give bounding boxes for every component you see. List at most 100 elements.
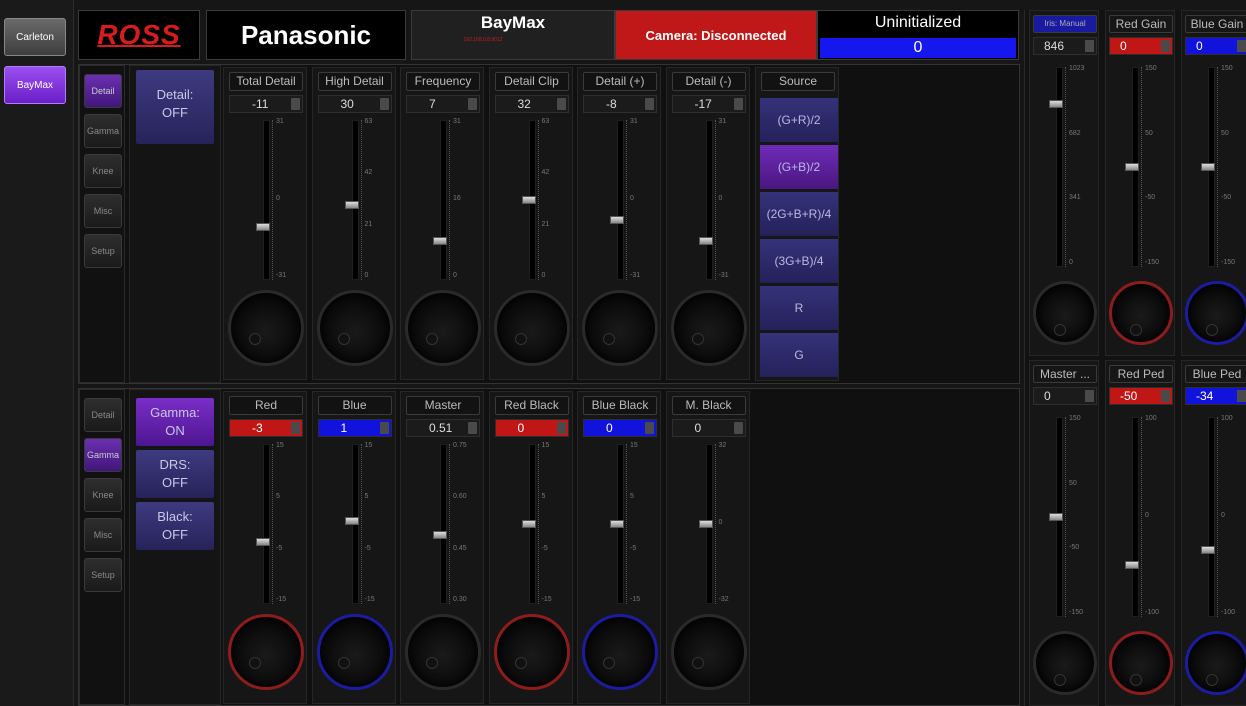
slider-handle[interactable]	[521, 520, 536, 528]
value-field[interactable]: 30	[317, 95, 392, 113]
slider-handle[interactable]	[521, 196, 536, 204]
tab-setup[interactable]: Setup	[84, 558, 122, 592]
slider-handle[interactable]	[1049, 513, 1063, 521]
value-field[interactable]: 0	[1033, 387, 1097, 405]
value-field[interactable]: 0.51	[406, 419, 480, 437]
rotary-knob[interactable]	[1185, 281, 1246, 345]
tab-knee[interactable]: Knee	[84, 478, 122, 512]
spinner-button[interactable]	[1237, 390, 1246, 402]
sidebar-item-carleton[interactable]: Carleton	[4, 18, 66, 56]
value-field[interactable]: -8	[583, 95, 657, 113]
slider-track[interactable]	[1056, 67, 1063, 267]
slider-handle[interactable]	[344, 200, 359, 209]
spinner-button[interactable]	[1161, 40, 1170, 52]
slider-handle[interactable]	[1201, 545, 1215, 554]
slider-handle[interactable]	[1201, 163, 1215, 171]
tab-knee[interactable]: Knee	[84, 154, 122, 188]
spinner-button[interactable]	[379, 422, 389, 434]
spinner-button[interactable]	[291, 98, 300, 110]
rotary-knob[interactable]	[316, 614, 393, 690]
slider-handle[interactable]	[698, 520, 713, 528]
source-option-g[interactable]: G	[760, 333, 838, 377]
spinner-button[interactable]	[468, 422, 477, 434]
spinner-button[interactable]	[291, 422, 300, 434]
tab-setup[interactable]: Setup	[84, 234, 122, 268]
source-option-g-r-2[interactable]: (G+R)/2	[760, 98, 838, 142]
spinner-button[interactable]	[379, 98, 389, 110]
slider-track[interactable]	[1132, 417, 1139, 617]
tab-misc[interactable]: Misc	[84, 518, 122, 552]
tab-misc[interactable]: Misc	[84, 194, 122, 228]
slider-handle[interactable]	[433, 237, 447, 246]
value-field[interactable]: 32	[494, 95, 569, 113]
tab-detail[interactable]: Detail	[84, 74, 122, 108]
tab-gamma[interactable]: Gamma	[84, 114, 122, 148]
spinner-button[interactable]	[733, 422, 743, 434]
rotary-knob[interactable]	[582, 290, 658, 366]
value-field[interactable]: -3	[229, 419, 303, 437]
detail-toggle-button[interactable]: Detail: OFF	[136, 70, 214, 144]
slider-track[interactable]	[440, 444, 447, 604]
rotary-knob[interactable]	[1033, 281, 1097, 345]
value-field[interactable]: -50	[1109, 387, 1173, 405]
source-option-3g-b-4[interactable]: (3G+B)/4	[760, 239, 838, 283]
slider-track[interactable]	[705, 120, 713, 280]
slider-handle[interactable]	[256, 538, 270, 547]
slider-track[interactable]	[1208, 417, 1215, 617]
value-field[interactable]: 1	[317, 419, 392, 437]
rotary-knob[interactable]	[670, 290, 747, 366]
slider-track[interactable]	[263, 444, 270, 604]
value-field[interactable]: 0	[1109, 37, 1173, 55]
source-option-r[interactable]: R	[760, 286, 838, 330]
spinner-button[interactable]	[645, 98, 654, 110]
spinner-button[interactable]	[556, 422, 566, 434]
toggle-black[interactable]: Black: OFF	[136, 502, 214, 550]
slider-handle[interactable]	[610, 520, 624, 528]
value-field[interactable]: 0	[583, 419, 657, 437]
value-field[interactable]: 0	[1185, 37, 1246, 55]
rotary-knob[interactable]	[493, 290, 570, 366]
slider-handle[interactable]	[256, 223, 270, 232]
value-field[interactable]: 846	[1033, 37, 1097, 55]
value-field[interactable]: -34	[1185, 387, 1246, 405]
spinner-button[interactable]	[733, 98, 743, 110]
slider-handle[interactable]	[344, 516, 359, 525]
sidebar-item-baymax[interactable]: BayMax	[4, 66, 66, 104]
slider-track[interactable]	[617, 120, 624, 280]
spinner-button[interactable]	[1085, 390, 1094, 402]
slider-track[interactable]	[440, 120, 447, 280]
rotary-knob[interactable]	[405, 290, 481, 366]
spinner-button[interactable]	[645, 422, 654, 434]
tab-detail[interactable]: Detail	[84, 398, 122, 432]
rotary-knob[interactable]	[316, 290, 393, 366]
value-field[interactable]: -17	[671, 95, 746, 113]
slider-handle[interactable]	[433, 530, 447, 539]
rotary-knob[interactable]	[228, 290, 304, 366]
spinner-button[interactable]	[556, 98, 566, 110]
spinner-button[interactable]	[468, 98, 477, 110]
rotary-knob[interactable]	[1109, 631, 1173, 695]
rotary-knob[interactable]	[228, 614, 304, 690]
source-option-2g-b-r-4[interactable]: (2G+B+R)/4	[760, 192, 838, 236]
value-field[interactable]: -11	[229, 95, 303, 113]
slider-handle[interactable]	[1125, 561, 1139, 569]
slider-handle[interactable]	[1125, 163, 1139, 171]
rotary-knob[interactable]	[582, 614, 658, 690]
slider-track[interactable]	[263, 120, 270, 280]
rotary-knob[interactable]	[405, 614, 481, 690]
value-field[interactable]: 7	[406, 95, 480, 113]
spinner-button[interactable]	[1161, 390, 1170, 402]
toggle-drs[interactable]: DRS: OFF	[136, 450, 214, 498]
rotary-knob[interactable]	[1185, 631, 1246, 695]
rotary-knob[interactable]	[1109, 281, 1173, 345]
rotary-knob[interactable]	[493, 614, 570, 690]
rotary-knob[interactable]	[670, 614, 747, 690]
value-field[interactable]: 0	[671, 419, 746, 437]
slider-handle[interactable]	[610, 215, 624, 224]
value-field[interactable]: 0	[494, 419, 569, 437]
spinner-button[interactable]	[1237, 40, 1246, 52]
slider-handle[interactable]	[698, 237, 713, 246]
spinner-button[interactable]	[1085, 40, 1094, 52]
tab-gamma[interactable]: Gamma	[84, 438, 122, 472]
rotary-knob[interactable]	[1033, 631, 1097, 695]
